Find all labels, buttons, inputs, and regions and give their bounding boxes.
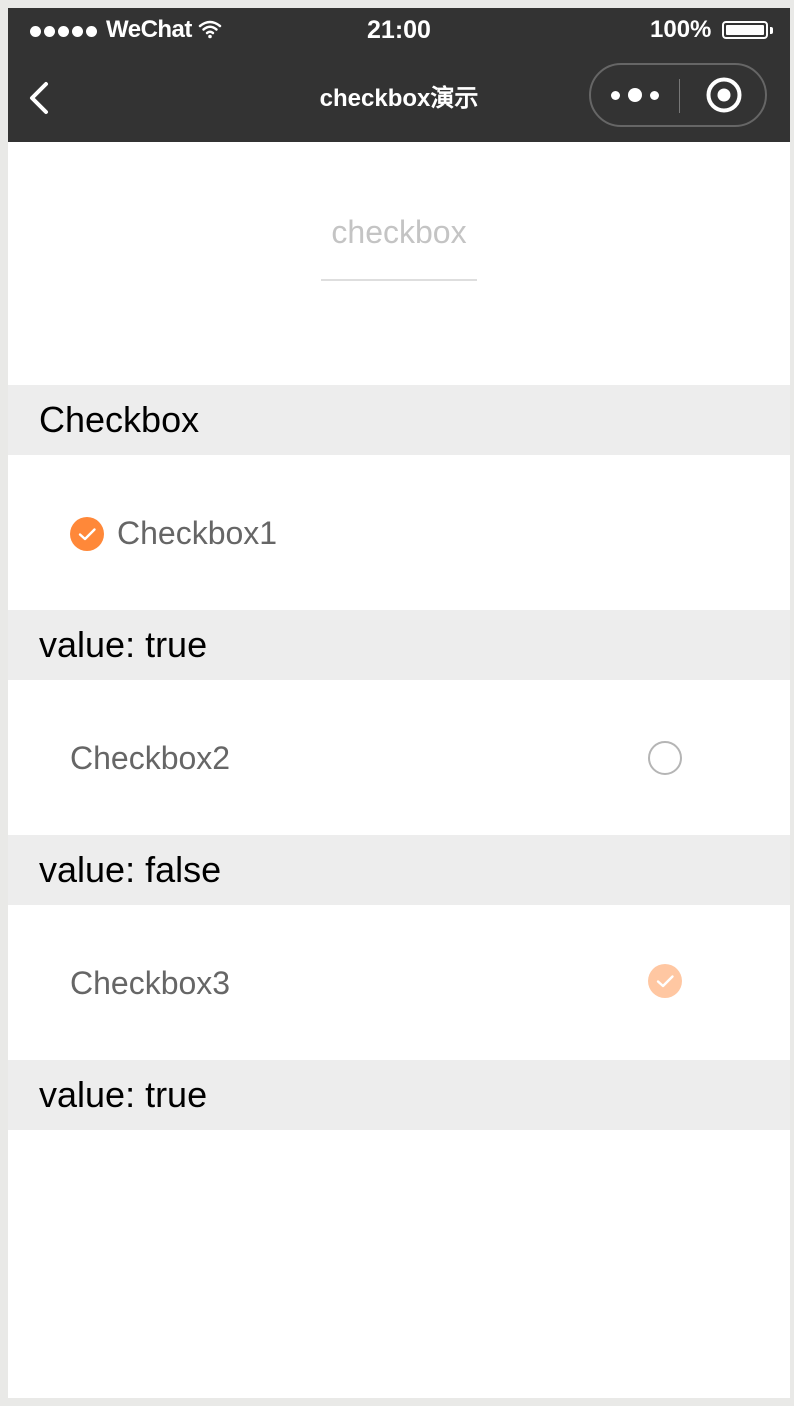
checkbox-2-value: value: false [8,835,790,905]
page-heading: checkbox [331,214,467,250]
close-button[interactable] [705,76,743,114]
checkbox-1-value: value: true [8,610,790,680]
section-title: Checkbox [8,385,790,455]
top-bar: WeChat 21:00 100% checkbox演示 [8,8,790,142]
page-header: checkbox [8,142,790,385]
more-button[interactable] [611,65,659,125]
checkbox-row-2[interactable]: Checkbox2 [8,680,790,835]
checkbox-2-label[interactable]: Checkbox2 [70,738,230,778]
checkbox-1-label[interactable]: Checkbox1 [117,513,277,553]
status-bar: WeChat 21:00 100% [8,8,790,50]
battery-icon [722,21,768,39]
heading-underline [321,279,477,281]
phone-screen: WeChat 21:00 100% checkbox演示 checkbox Ch… [8,8,790,1398]
checkmark-icon [78,528,96,541]
capsule-divider [679,79,680,113]
close-target-icon [706,77,742,113]
checkbox-1[interactable] [70,517,104,551]
mini-program-capsule [589,63,767,127]
checkmark-icon [656,975,674,988]
checkbox-3 [648,964,682,998]
checkbox-2[interactable] [648,741,682,775]
checkbox-3-label: Checkbox3 [70,965,231,1001]
checkbox-3-value: value: true [8,1060,790,1130]
checkbox-row-3: Checkbox3 [8,905,790,1060]
battery-percentage: 100% [650,16,712,43]
battery-tip [770,27,773,34]
checkbox-row-1[interactable]: Checkbox1 [8,455,790,610]
